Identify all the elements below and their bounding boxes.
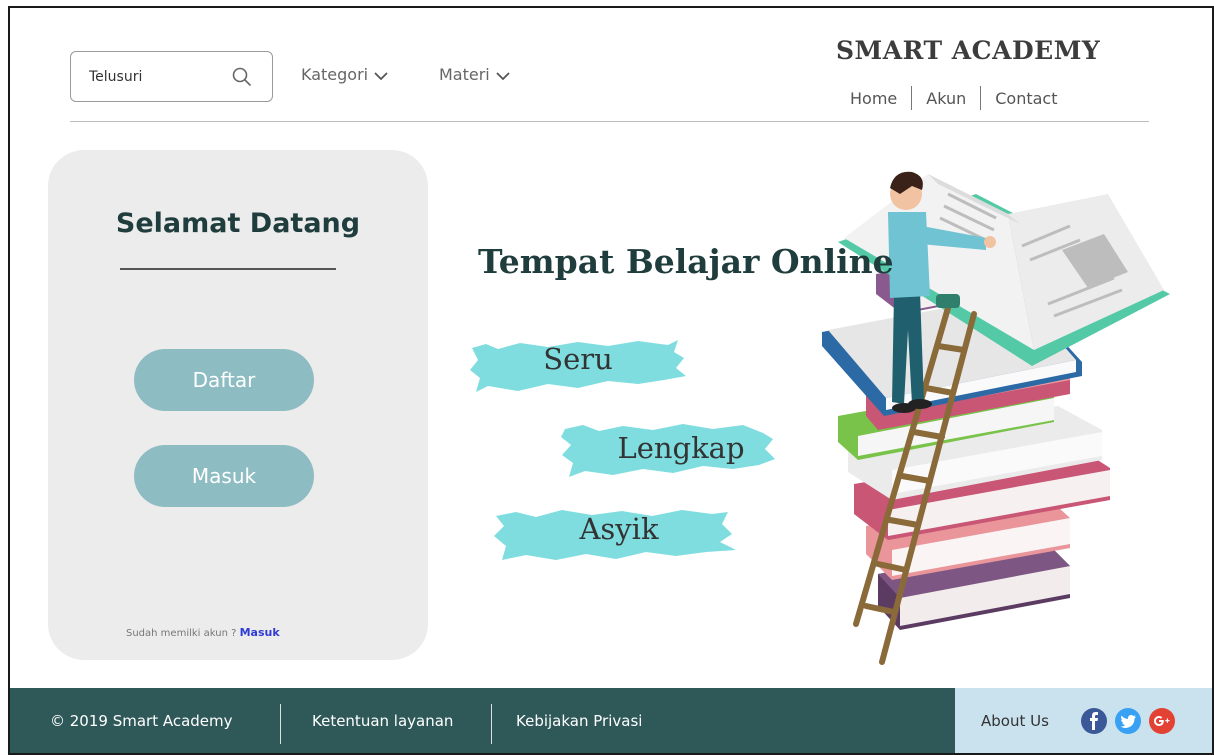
search-box[interactable] [70, 51, 273, 102]
about-us-link[interactable]: About Us [981, 688, 1049, 753]
signin-link[interactable]: Masuk [240, 626, 280, 639]
brand-title: SMART ACADEMY [836, 36, 1101, 65]
twitter-icon[interactable] [1115, 708, 1141, 734]
google-plus-icon[interactable] [1149, 708, 1175, 734]
twitter-glyph [1120, 714, 1136, 728]
nav-kategori-label: Kategori [301, 65, 369, 84]
nav-link-akun[interactable]: Akun [926, 89, 966, 108]
footer: © 2019 Smart Academy Ketentuan layanan K… [10, 688, 1212, 753]
nav-divider [980, 86, 982, 110]
tag-lengkap-label: Lengkap [617, 431, 745, 465]
nav-link-home[interactable]: Home [850, 89, 897, 108]
books-ladder-illustration [822, 171, 1170, 665]
tag-asyik-label: Asyik [579, 512, 659, 546]
facebook-icon[interactable] [1081, 708, 1107, 734]
google-plus-glyph [1154, 716, 1170, 726]
nav-materi[interactable]: Materi [439, 65, 510, 84]
tag-lengkap: Lengkap [559, 421, 779, 479]
facebook-glyph [1090, 712, 1098, 730]
footer-privacy-link[interactable]: Kebijakan Privasi [516, 688, 642, 753]
login-button[interactable]: Masuk [134, 445, 314, 507]
nav-link-contact[interactable]: Contact [995, 89, 1057, 108]
tag-asyik: Asyik [492, 506, 738, 562]
nav-kategori[interactable]: Kategori [301, 65, 388, 84]
nav-materi-label: Materi [439, 65, 490, 84]
search-input[interactable] [89, 66, 219, 88]
signin-hint-text: Sudah memilki akun ? [126, 628, 237, 639]
footer-about-panel: About Us [955, 688, 1212, 753]
nav-divider [911, 86, 913, 110]
top-nav: Home Akun Contact [850, 86, 1058, 110]
hero-title: Tempat Belajar Online [478, 242, 894, 281]
chevron-down-icon [374, 72, 388, 81]
footer-divider [280, 704, 281, 744]
header-divider [70, 121, 1149, 122]
footer-terms-link[interactable]: Ketentuan layanan [312, 688, 453, 753]
chevron-down-icon [496, 72, 510, 81]
search-icon[interactable] [231, 66, 253, 88]
tag-seru: Seru [468, 338, 688, 394]
welcome-card: Selamat Datang Daftar Masuk Sudah memilk… [48, 150, 428, 660]
register-button[interactable]: Daftar [134, 349, 314, 411]
footer-copyright: © 2019 Smart Academy [50, 712, 233, 730]
signin-hint: Sudah memilki akun ? Masuk [126, 626, 280, 639]
welcome-title: Selamat Datang [115, 208, 361, 239]
welcome-underline [120, 268, 336, 270]
tag-seru-label: Seru [543, 342, 613, 376]
page-frame: Kategori Materi SMART ACADEMY Home Akun … [8, 6, 1214, 755]
footer-divider [491, 704, 492, 744]
